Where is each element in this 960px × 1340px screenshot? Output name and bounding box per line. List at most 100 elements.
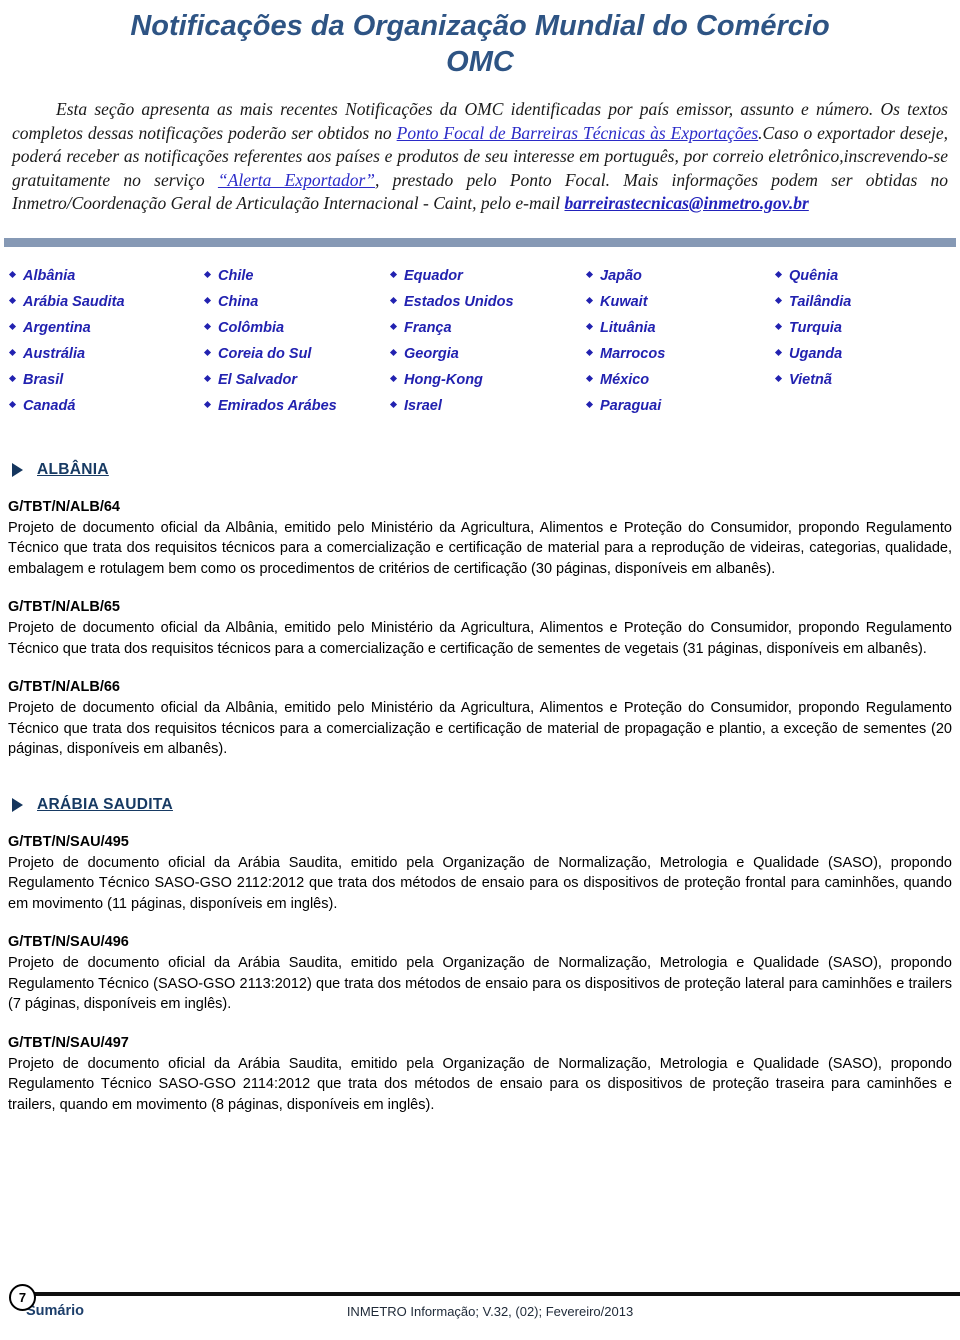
diamond-bullet-icon [585,270,594,278]
email-link[interactable]: barreirastecnicas@inmetro.gov.br [564,193,808,213]
diamond-bullet-icon [389,322,398,330]
country-link[interactable]: Vietnã [774,367,948,393]
country-link[interactable]: México [585,367,758,393]
diamond-bullet-icon [774,348,783,356]
country-link[interactable]: Austrália [8,341,193,367]
country-link[interactable]: Hong-Kong [389,367,578,393]
country-link[interactable]: China [203,289,383,315]
diamond-bullet-icon [203,400,212,408]
diamond-bullet-icon [8,374,17,382]
diamond-bullet-icon [774,322,783,330]
country-label: Kuwait [600,293,648,310]
country-link[interactable]: Emirados Arábes [203,393,383,419]
diamond-bullet-icon [389,348,398,356]
page-title: Notificações da Organização Mundial do C… [0,0,960,80]
country-link[interactable]: Japão [585,263,758,289]
triangle-right-icon [12,797,23,812]
diamond-bullet-icon [203,348,212,356]
country-label: Estados Unidos [404,293,514,310]
country-link[interactable]: El Salvador [203,367,383,393]
country-label: Hong-Kong [404,371,483,388]
country-label: Arábia Saudita [23,293,125,310]
country-label: Georgia [404,345,459,362]
footer-rule [26,1292,960,1296]
country-label: Brasil [23,371,64,388]
page-footer: 7 Sumário INMETRO Informação; V.32, (02)… [0,1270,960,1340]
country-link[interactable]: Estados Unidos [389,289,578,315]
country-label: Tailândia [789,293,852,310]
country-label: Paraguai [600,397,662,414]
country-link[interactable]: Argentina [8,315,193,341]
diamond-bullet-icon [774,374,783,382]
country-label: Colômbia [218,319,285,336]
country-column-5: Quênia Tailândia Turquia Uganda Vietnã [758,263,948,419]
country-link[interactable]: Paraguai [585,393,758,419]
country-link[interactable]: Brasil [8,367,193,393]
diamond-bullet-icon [203,296,212,304]
country-label: México [600,371,650,388]
triangle-right-icon [12,462,23,477]
notification-entry: G/TBT/N/ALB/66 Projeto de documento ofici… [8,677,952,760]
notification-entry: G/TBT/N/SAU/497 Projeto de documento ofic… [8,1033,952,1116]
notification-code: G/TBT/N/ALB/64 [8,498,120,515]
diamond-bullet-icon [8,400,17,408]
country-link[interactable]: França [389,315,578,341]
diamond-bullet-icon [389,400,398,408]
notification-entry: G/TBT/N/ALB/65 Projeto de documento ofici… [8,597,952,659]
alerta-exportador-link[interactable]: “Alerta Exportador” [218,170,375,190]
country-link[interactable]: Kuwait [585,289,758,315]
diamond-bullet-icon [585,348,594,356]
country-label: Japão [600,267,642,284]
notification-code: G/TBT/N/SAU/495 [8,833,129,850]
country-column-4: Japão Kuwait Lituânia Marrocos México Paragua… [578,263,758,419]
diamond-bullet-icon [389,270,398,278]
diamond-bullet-icon [203,322,212,330]
diamond-bullet-icon [203,374,212,382]
country-link[interactable]: Marrocos [585,341,758,367]
ponto-focal-link[interactable]: Ponto Focal de Barreiras Técnicas às Exp… [397,123,759,143]
country-section-title: ALBÂNIA [37,460,109,478]
country-label: China [218,293,259,310]
notification-description: Projeto de documento oficial da Albânia,… [8,620,952,657]
diamond-bullet-icon [585,400,594,408]
country-label: Lituânia [600,319,656,336]
country-column-1: Albânia Arábia Saudita Argentina Austrália B… [6,263,193,419]
country-label: Equador [404,267,463,284]
country-link[interactable]: Turquia [774,315,948,341]
country-label: Chile [218,267,254,284]
diamond-bullet-icon [389,374,398,382]
page-title-line1: Notificações da Organização Mundial do C… [130,10,830,42]
country-link[interactable]: Israel [389,393,578,419]
country-label: Vietnã [789,371,832,388]
intro-paragraph: Esta seção apresenta as mais recentes No… [12,98,948,216]
notification-code: G/TBT/N/SAU/496 [8,934,129,950]
country-link[interactable]: Tailândia [774,289,948,315]
diamond-bullet-icon [774,296,783,304]
country-label: França [404,319,452,336]
diamond-bullet-icon [8,348,17,356]
country-column-2: Chile China Colômbia Coreia do Sul El Salvad… [193,263,383,419]
country-section-title: ARÁBIA SAUDITA [37,795,173,813]
country-link[interactable]: Colômbia [203,315,383,341]
notification-code: G/TBT/N/ALB/65 [8,599,120,615]
diamond-bullet-icon [8,270,17,278]
country-link[interactable]: Arábia Saudita [8,289,193,315]
country-link[interactable]: Uganda [774,341,948,367]
country-link[interactable]: Equador [389,263,578,289]
diamond-bullet-icon [203,270,212,278]
country-link[interactable]: Canadá [8,393,193,419]
notification-entry: G/TBT/N/SAU/496 Projeto de documento ofic… [8,932,952,1015]
country-section-heading[interactable]: ALBÂNIA [12,461,960,479]
notification-entry: G/TBT/N/ALB/64 Projeto de documento ofici… [8,497,952,580]
diamond-bullet-icon [8,322,17,330]
country-label: El Salvador [218,371,297,388]
country-link[interactable]: Chile [203,263,383,289]
country-link[interactable]: Albânia [8,263,193,289]
page-number-badge: 7 [9,1284,36,1311]
country-link[interactable]: Georgia [389,341,578,367]
diamond-bullet-icon [8,296,17,304]
country-section-heading[interactable]: ARÁBIA SAUDITA [12,796,960,814]
country-link[interactable]: Lituânia [585,315,758,341]
country-link[interactable]: Quênia [774,263,948,289]
country-link[interactable]: Coreia do Sul [203,341,383,367]
